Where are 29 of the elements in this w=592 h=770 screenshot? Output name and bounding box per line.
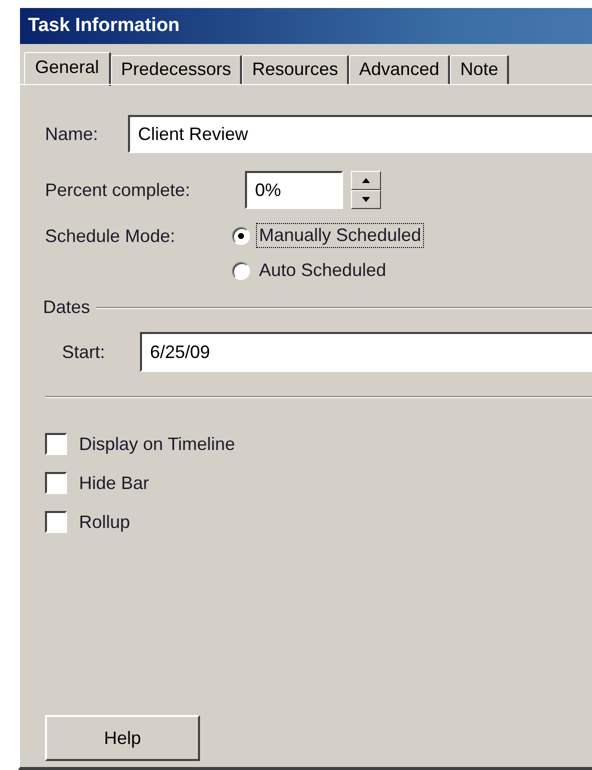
tab[interactable]: Note [450, 55, 510, 84]
field-label: Start: [62, 342, 106, 362]
radio-label[interactable]: Manually Scheduled [256, 223, 424, 248]
checkbox[interactable] [45, 433, 67, 455]
percent-field[interactable]: 0% [245, 171, 343, 209]
start-date-field[interactable]: 6/25/09 [140, 332, 592, 372]
tab[interactable]: Advanced [349, 55, 450, 84]
radio-button[interactable] [232, 262, 250, 280]
name-field[interactable]: Client Review [128, 115, 592, 153]
tab[interactable]: General [24, 52, 112, 86]
checkbox[interactable] [45, 511, 67, 533]
checkbox-label: Display on Timeline [79, 434, 236, 454]
spin-up-button[interactable] [351, 171, 381, 190]
window-title: Task Information [20, 8, 592, 44]
checkbox-label: Hide Bar [79, 472, 150, 494]
radio-button[interactable] [232, 226, 250, 244]
up-triangle-icon [362, 178, 370, 183]
checkbox-label: Rollup [79, 512, 130, 532]
group-title: Dates [43, 297, 90, 318]
tab[interactable]: Resources [242, 55, 350, 84]
field-label: Name: [45, 124, 100, 144]
down-triangle-icon [362, 197, 370, 202]
spin-down-button[interactable] [351, 190, 381, 209]
radio-label[interactable]: Auto Scheduled [256, 258, 390, 283]
field-label: Percent complete: [45, 180, 192, 200]
help-button[interactable]: Help [45, 715, 200, 761]
checkbox[interactable] [45, 472, 67, 494]
field-label: Schedule Mode: [45, 225, 176, 247]
tab[interactable]: Predecessors [111, 55, 242, 84]
